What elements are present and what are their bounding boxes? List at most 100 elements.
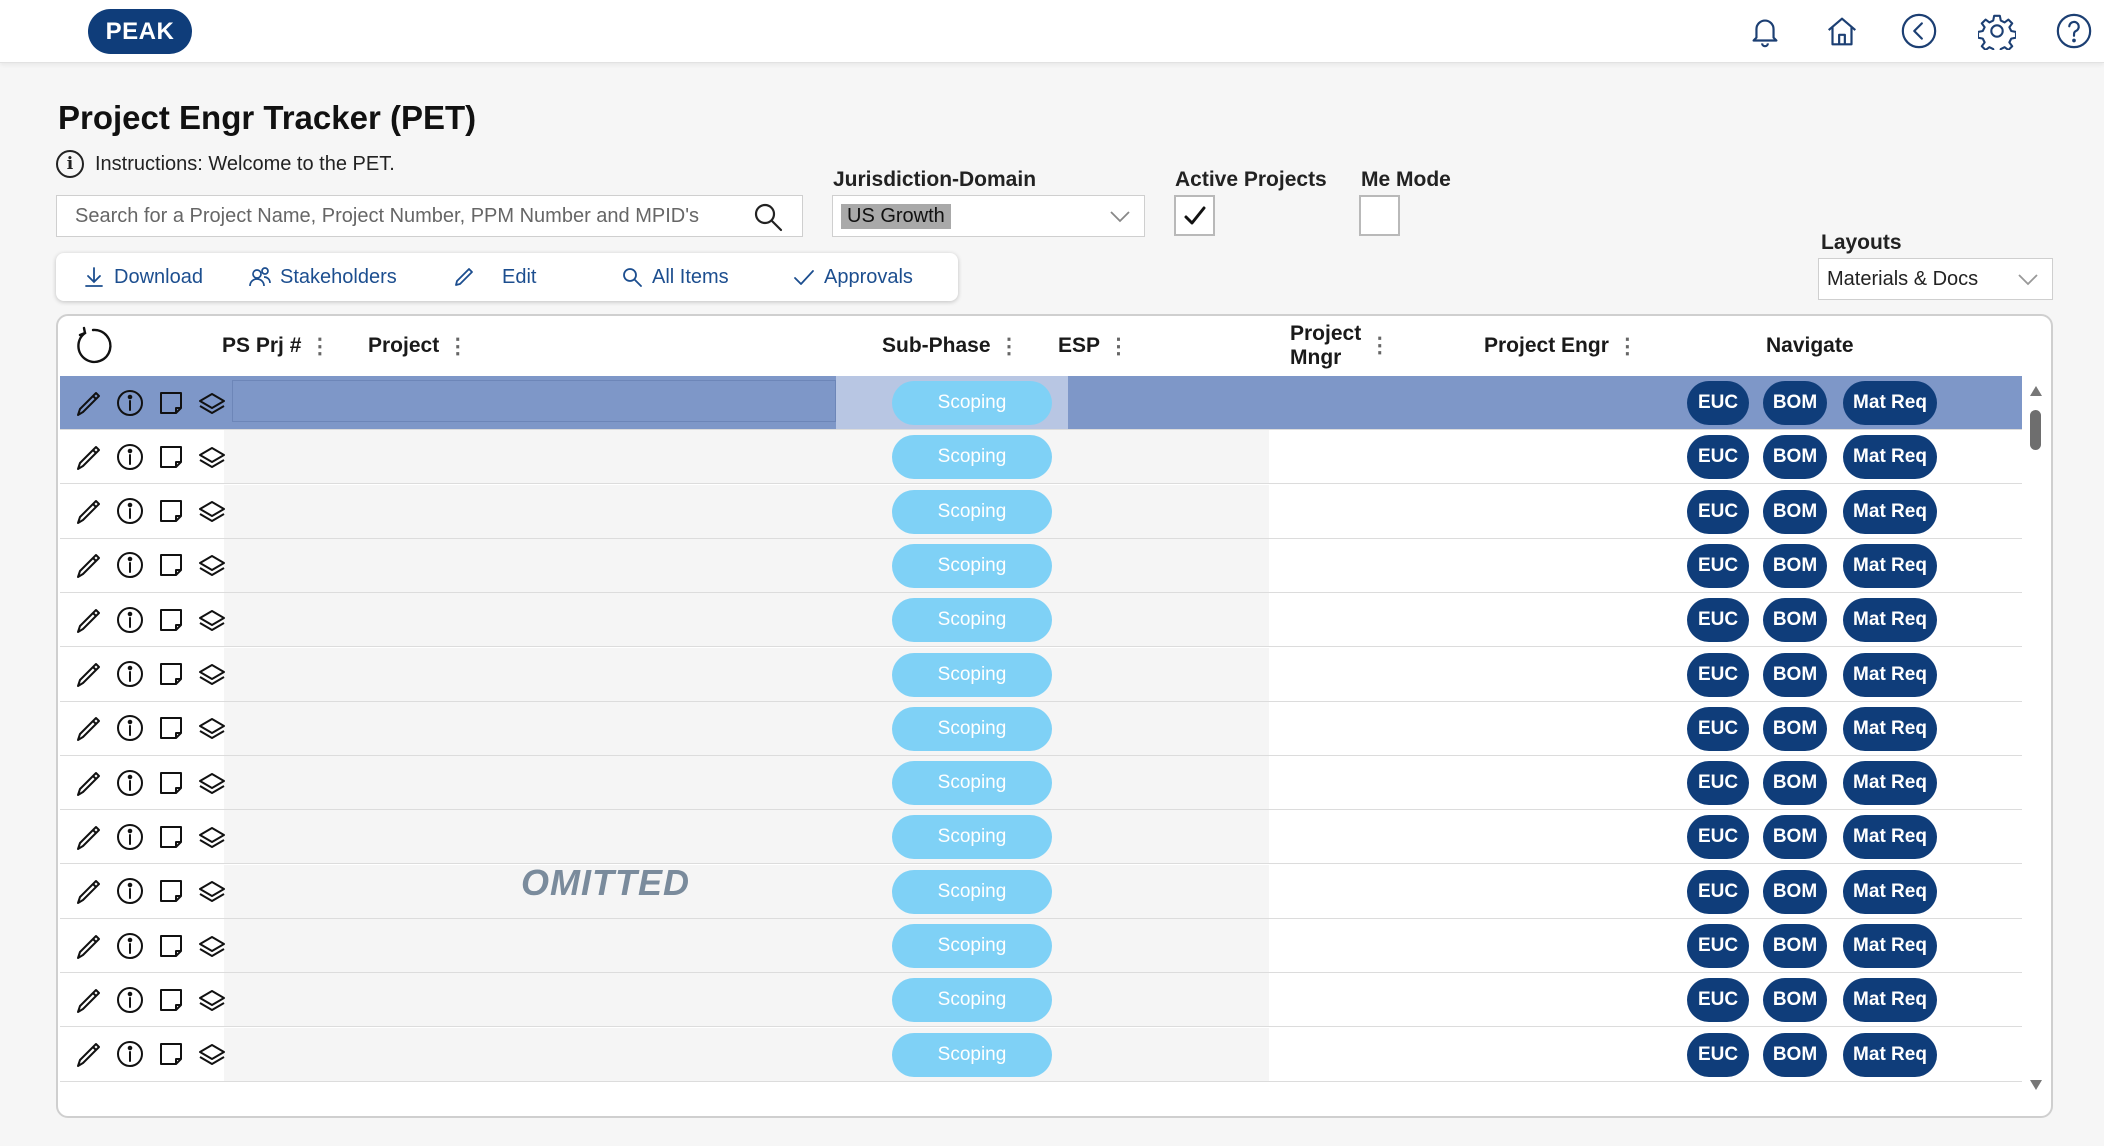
column-menu-icon[interactable]: ⋮: [1108, 334, 1129, 359]
table-row[interactable]: Scoping EUC BOM Mat Req: [60, 864, 2022, 919]
note-icon[interactable]: [156, 876, 186, 906]
mat-req-button[interactable]: Mat Req: [1843, 435, 1937, 480]
layers-icon[interactable]: [197, 550, 227, 580]
column-esp[interactable]: ESP ⋮: [1058, 316, 1129, 376]
edit-row-icon[interactable]: [74, 768, 104, 798]
edit-row-icon[interactable]: [74, 876, 104, 906]
search-input[interactable]: [75, 204, 755, 228]
mat-req-button[interactable]: Mat Req: [1843, 598, 1937, 643]
layers-icon[interactable]: [197, 876, 227, 906]
bom-button[interactable]: BOM: [1763, 381, 1827, 425]
edit-row-icon[interactable]: [74, 496, 104, 526]
layers-icon[interactable]: [197, 496, 227, 526]
download-button[interactable]: Download: [82, 253, 203, 301]
edit-row-icon[interactable]: [74, 1039, 104, 1069]
layers-icon[interactable]: [197, 388, 227, 418]
bom-button[interactable]: BOM: [1763, 706, 1827, 751]
layouts-dropdown[interactable]: Materials & Docs: [1818, 258, 2053, 300]
note-icon[interactable]: [156, 388, 186, 418]
edit-row-icon[interactable]: [74, 550, 104, 580]
euc-button[interactable]: EUC: [1687, 543, 1749, 588]
edit-button[interactable]: Edit: [452, 253, 536, 301]
column-menu-icon[interactable]: ⋮: [1617, 334, 1638, 359]
back-icon[interactable]: [1899, 11, 1939, 51]
refresh-icon[interactable]: [72, 325, 114, 367]
jurisdiction-dropdown[interactable]: US Growth: [832, 195, 1145, 237]
bom-button[interactable]: BOM: [1763, 815, 1827, 860]
scroll-down-icon[interactable]: [2028, 1078, 2044, 1092]
approvals-button[interactable]: Approvals: [792, 253, 913, 301]
help-icon[interactable]: [2054, 11, 2094, 51]
table-row[interactable]: Scoping EUC BOM Mat Req: [60, 810, 2022, 865]
info-icon[interactable]: [115, 496, 145, 526]
info-icon[interactable]: [115, 768, 145, 798]
table-row[interactable]: Scoping EUC BOM Mat Req: [60, 919, 2022, 973]
column-project-mngr[interactable]: Project Mngr ⋮: [1290, 316, 1390, 376]
note-icon[interactable]: [156, 822, 186, 852]
info-icon[interactable]: [115, 550, 145, 580]
note-icon[interactable]: [156, 1039, 186, 1069]
stakeholders-button[interactable]: Stakeholders: [248, 253, 397, 301]
bom-button[interactable]: BOM: [1763, 869, 1827, 914]
euc-button[interactable]: EUC: [1687, 761, 1749, 806]
table-row[interactable]: Scoping EUC BOM Mat Req: [60, 1027, 2022, 1082]
note-icon[interactable]: [156, 496, 186, 526]
euc-button[interactable]: EUC: [1687, 978, 1749, 1023]
scrollbar-thumb[interactable]: [2030, 410, 2041, 450]
sub-phase-pill[interactable]: Scoping: [892, 978, 1052, 1023]
column-project[interactable]: Project ⋮: [368, 316, 468, 376]
table-row[interactable]: Scoping EUC BOM Mat Req: [60, 647, 2022, 702]
table-row[interactable]: Scoping EUC BOM Mat Req: [60, 484, 2022, 539]
table-row[interactable]: Scoping EUC BOM Mat Req: [60, 376, 2022, 430]
column-menu-icon[interactable]: ⋮: [447, 334, 468, 359]
sub-phase-pill[interactable]: Scoping: [892, 924, 1052, 968]
euc-button[interactable]: EUC: [1687, 435, 1749, 480]
note-icon[interactable]: [156, 605, 186, 635]
all-items-button[interactable]: All Items: [620, 253, 729, 301]
layers-icon[interactable]: [197, 985, 227, 1015]
info-icon[interactable]: [115, 713, 145, 743]
bom-button[interactable]: BOM: [1763, 435, 1827, 480]
sub-phase-pill[interactable]: Scoping: [892, 761, 1052, 806]
note-icon[interactable]: [156, 550, 186, 580]
column-menu-icon[interactable]: ⋮: [309, 334, 330, 359]
info-icon[interactable]: [115, 442, 145, 472]
bom-button[interactable]: BOM: [1763, 978, 1827, 1023]
mat-req-button[interactable]: Mat Req: [1843, 381, 1937, 425]
column-ps-prj[interactable]: PS Prj # ⋮: [222, 316, 330, 376]
sub-phase-pill[interactable]: Scoping: [892, 489, 1052, 534]
layers-icon[interactable]: [197, 931, 227, 961]
note-icon[interactable]: [156, 713, 186, 743]
bom-button[interactable]: BOM: [1763, 598, 1827, 643]
edit-row-icon[interactable]: [74, 713, 104, 743]
layers-icon[interactable]: [197, 442, 227, 472]
info-icon[interactable]: [115, 659, 145, 689]
sub-phase-pill[interactable]: Scoping: [892, 381, 1052, 425]
layers-icon[interactable]: [197, 605, 227, 635]
active-projects-checkbox[interactable]: [1174, 195, 1215, 236]
euc-button[interactable]: EUC: [1687, 869, 1749, 914]
info-icon[interactable]: [115, 931, 145, 961]
table-row[interactable]: Scoping EUC BOM Mat Req: [60, 756, 2022, 811]
euc-button[interactable]: EUC: [1687, 598, 1749, 643]
column-menu-icon[interactable]: ⋮: [1369, 334, 1390, 358]
peak-logo[interactable]: PEAK: [88, 9, 192, 54]
sub-phase-pill[interactable]: Scoping: [892, 869, 1052, 914]
layers-icon[interactable]: [197, 659, 227, 689]
bom-button[interactable]: BOM: [1763, 543, 1827, 588]
table-row[interactable]: Scoping EUC BOM Mat Req: [60, 538, 2022, 593]
table-row[interactable]: Scoping EUC BOM Mat Req: [60, 593, 2022, 648]
mat-req-button[interactable]: Mat Req: [1843, 1032, 1937, 1077]
scroll-up-icon[interactable]: [2028, 384, 2044, 398]
sub-phase-pill[interactable]: Scoping: [892, 706, 1052, 751]
edit-row-icon[interactable]: [74, 442, 104, 472]
euc-button[interactable]: EUC: [1687, 381, 1749, 425]
note-icon[interactable]: [156, 931, 186, 961]
note-icon[interactable]: [156, 442, 186, 472]
gear-icon[interactable]: [1977, 11, 2017, 51]
sub-phase-pill[interactable]: Scoping: [892, 598, 1052, 643]
mat-req-button[interactable]: Mat Req: [1843, 543, 1937, 588]
me-mode-checkbox[interactable]: [1359, 195, 1400, 236]
mat-req-button[interactable]: Mat Req: [1843, 652, 1937, 697]
info-icon[interactable]: [115, 605, 145, 635]
